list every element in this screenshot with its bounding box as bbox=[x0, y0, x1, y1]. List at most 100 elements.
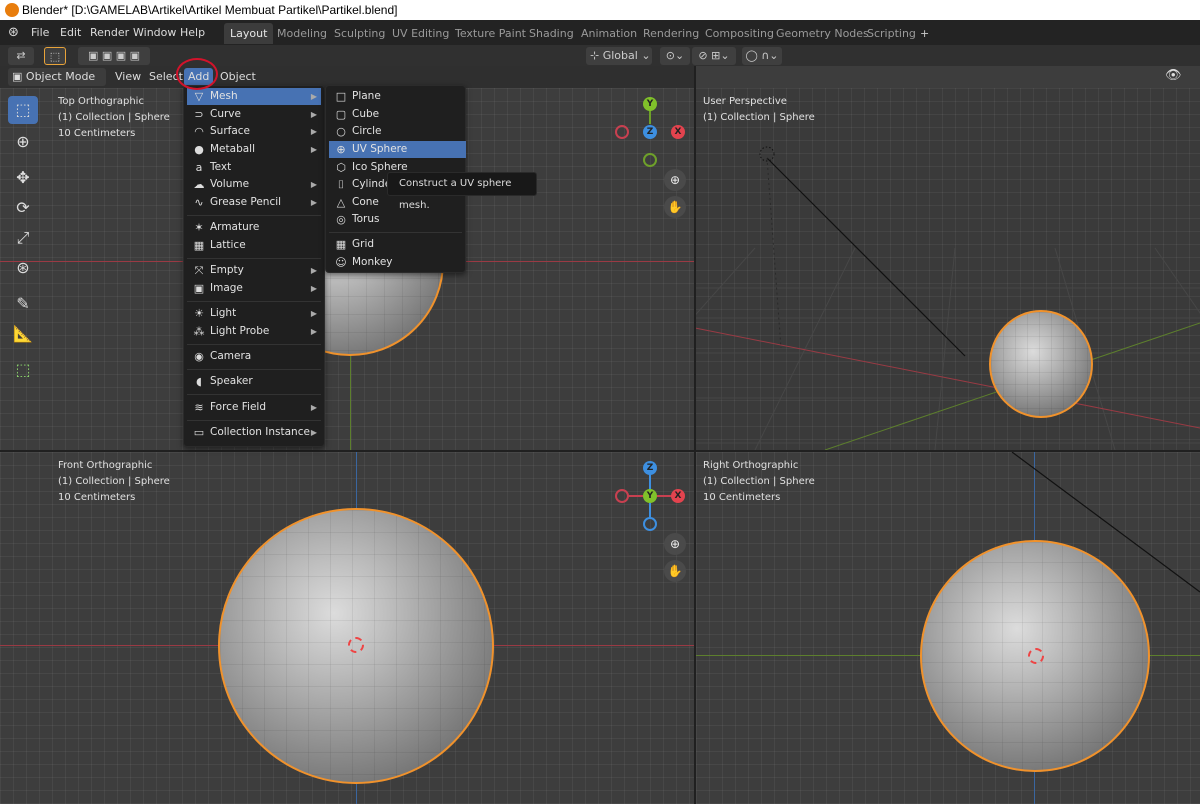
measure-icon[interactable]: 📐 bbox=[8, 320, 38, 348]
menu-file[interactable]: File bbox=[31, 20, 49, 45]
mesh-item-uv-sphere[interactable]: ⊕ UV Sphere bbox=[329, 141, 466, 158]
add-menu-item-image[interactable]: ▣ Image ▶ bbox=[187, 280, 321, 297]
zoom-icon[interactable]: ⊕ bbox=[664, 533, 686, 555]
tab-rendering[interactable]: Rendering bbox=[637, 23, 705, 44]
add-menu-item-camera[interactable]: ◉ Camera bbox=[187, 348, 321, 365]
menu-edit[interactable]: Edit bbox=[60, 20, 81, 45]
gizmo-neg-z[interactable] bbox=[643, 517, 657, 531]
armature-icon: ✶ bbox=[194, 221, 204, 234]
menu-object[interactable]: Object bbox=[216, 68, 260, 86]
tab-sculpting[interactable]: Sculpting bbox=[328, 23, 391, 44]
add-menu-item-collection-instance[interactable]: ▭ Collection Instance ▶ bbox=[187, 424, 321, 441]
chevron-right-icon: ▶ bbox=[310, 403, 317, 412]
top-menu-bar: ⊛ File Edit Render Window Help Layout Mo… bbox=[0, 20, 1200, 45]
gizmo-z-axis[interactable]: Z bbox=[643, 125, 657, 139]
orientation-value: Global bbox=[602, 49, 638, 62]
camera-icon: ◉ bbox=[194, 350, 204, 363]
add-workspace-button[interactable]: + bbox=[914, 23, 935, 44]
annotate-icon[interactable]: ✎ bbox=[8, 290, 38, 318]
add-menu-item-grease-pencil[interactable]: ∿ Grease Pencil ▶ bbox=[187, 194, 321, 211]
snap-icon[interactable]: ⊘ ⊞⌄ bbox=[692, 47, 736, 65]
viewport-name: Right Orthographic bbox=[703, 460, 799, 471]
cursor-icon[interactable]: ⊕ bbox=[8, 128, 38, 156]
menu-help[interactable]: Help bbox=[180, 20, 205, 45]
gizmo-y-axis[interactable]: Y bbox=[643, 489, 657, 503]
mesh-item-torus[interactable]: ◎ Torus bbox=[329, 211, 462, 228]
add-menu-item-force-field[interactable]: ≋ Force Field ▶ bbox=[187, 399, 321, 416]
sphere-object-perspective[interactable] bbox=[989, 310, 1093, 418]
select-tool-icon[interactable]: ⬚ bbox=[44, 47, 66, 65]
gizmo-x-axis[interactable]: X bbox=[671, 125, 685, 139]
chevron-right-icon: ▶ bbox=[310, 284, 317, 293]
menu-view[interactable]: View bbox=[111, 68, 145, 86]
tab-animation[interactable]: Animation bbox=[575, 23, 643, 44]
zoom-icon[interactable]: ⊕ bbox=[664, 169, 686, 191]
add-menu-item-speaker[interactable]: ◖ Speaker bbox=[187, 373, 321, 390]
mesh-item-monkey[interactable]: ☺ Monkey bbox=[329, 254, 462, 271]
tab-uv-editing[interactable]: UV Editing bbox=[386, 23, 455, 44]
add-cube-icon[interactable]: ⬚ bbox=[8, 356, 38, 384]
viewport-scale: 10 Centimeters bbox=[703, 492, 781, 503]
tab-geometry-nodes[interactable]: Geometry Nodes bbox=[770, 23, 875, 44]
pan-hand-icon[interactable]: ✋ bbox=[664, 560, 686, 582]
torus-icon: ◎ bbox=[336, 213, 346, 226]
add-menu-item-light[interactable]: ☀ Light ▶ bbox=[187, 305, 321, 322]
add-menu-item-volume[interactable]: ☁ Volume ▶ bbox=[187, 176, 321, 193]
tab-texture-paint[interactable]: Texture Paint bbox=[449, 23, 532, 44]
menu-render[interactable]: Render bbox=[90, 20, 129, 45]
curve-icon: ⊃ bbox=[194, 108, 204, 121]
gizmo-neg-x[interactable] bbox=[615, 125, 629, 139]
transform-pivot-icon[interactable]: ⇄ bbox=[8, 47, 34, 65]
tab-modeling[interactable]: Modeling bbox=[271, 23, 333, 44]
menu-separator bbox=[329, 232, 462, 233]
gizmo-x-axis[interactable]: X bbox=[671, 489, 685, 503]
object-mode-value: Object Mode bbox=[25, 70, 96, 83]
viewport-collection: (1) Collection | Sphere bbox=[703, 476, 815, 487]
mesh-item-cone[interactable]: △ Cone bbox=[329, 194, 462, 211]
move-icon[interactable]: ✥ bbox=[8, 164, 38, 192]
pivot-point-icon[interactable]: ⊙⌄ bbox=[660, 47, 690, 65]
tab-scripting[interactable]: Scripting bbox=[861, 23, 922, 44]
blender-menu-icon[interactable]: ⊛ bbox=[8, 25, 24, 40]
monkey-icon: ☺ bbox=[335, 256, 347, 269]
mesh-item-grid[interactable]: ▦ Grid bbox=[329, 236, 462, 253]
selection-mode-icon[interactable]: ▣ ▣ ▣ ▣ bbox=[78, 47, 150, 65]
pan-hand-icon[interactable]: ✋ bbox=[664, 196, 686, 218]
gizmo-y-axis[interactable]: Y bbox=[643, 97, 657, 111]
tab-compositing[interactable]: Compositing bbox=[699, 23, 780, 44]
add-menu-item-curve[interactable]: ⊃ Curve ▶ bbox=[187, 106, 321, 123]
transform-icon[interactable]: ⊛ bbox=[8, 254, 38, 282]
viewport-front-orthographic[interactable]: Front Orthographic (1) Collection | Sphe… bbox=[0, 452, 694, 804]
object-mode-select[interactable]: ▣ Object Mode ⌄ bbox=[8, 68, 106, 101]
proportional-edit-icon[interactable]: ◯ ∩⌄ bbox=[742, 47, 782, 65]
add-menu-item-text[interactable]: a Text bbox=[187, 159, 321, 176]
add-menu-item-surface[interactable]: ◠ Surface ▶ bbox=[187, 123, 321, 140]
tab-shading[interactable]: Shading bbox=[523, 23, 580, 44]
tool-shelf: ⬚ ⊕ ✥ ⟳ ⤢ ⊛ ✎ 📐 ⬚ bbox=[6, 92, 40, 388]
viewport-user-perspective[interactable]: User Perspective (1) Collection | Sphere bbox=[695, 88, 1200, 450]
orientation-select[interactable]: ⊹ Global ⌄ bbox=[586, 47, 652, 65]
add-menu-item-armature[interactable]: ✶ Armature bbox=[187, 219, 321, 236]
select-box-icon[interactable]: ⬚ bbox=[8, 96, 38, 124]
gizmo-neg-y[interactable] bbox=[643, 153, 657, 167]
menu-separator bbox=[187, 420, 321, 421]
add-menu-item-mesh[interactable]: ▽ Mesh ▶ bbox=[187, 88, 321, 105]
gizmo-neg-x[interactable] bbox=[615, 489, 629, 503]
viewport-right-orthographic[interactable]: Right Orthographic (1) Collection | Sphe… bbox=[696, 452, 1200, 804]
grid-icon: ▦ bbox=[335, 238, 347, 251]
tab-layout[interactable]: Layout bbox=[224, 23, 274, 44]
window-titlebar: Blender* [D:\GAMELAB\Artikel\Artikel Mem… bbox=[0, 0, 1200, 20]
gizmo-z-axis[interactable]: Z bbox=[643, 461, 657, 475]
mesh-item-plane[interactable]: □ Plane bbox=[329, 88, 462, 105]
add-menu-item-lattice[interactable]: ▦ Lattice bbox=[187, 237, 321, 254]
mesh-item-cube[interactable]: ▢ Cube bbox=[329, 106, 462, 123]
chevron-right-icon: ▶ bbox=[310, 127, 317, 136]
add-menu-item-empty[interactable]: ⤧ Empty ▶ bbox=[187, 262, 321, 279]
eye-visibility-icon[interactable]: 👁 bbox=[1165, 68, 1182, 83]
add-menu-item-light-probe[interactable]: ⁂ Light Probe ▶ bbox=[187, 323, 321, 340]
mesh-item-circle[interactable]: ○ Circle bbox=[329, 123, 462, 140]
menu-window[interactable]: Window bbox=[133, 20, 176, 45]
rotate-icon[interactable]: ⟳ bbox=[8, 194, 38, 222]
add-menu-item-metaball[interactable]: ● Metaball ▶ bbox=[187, 141, 321, 158]
scale-icon[interactable]: ⤢ bbox=[8, 224, 38, 252]
